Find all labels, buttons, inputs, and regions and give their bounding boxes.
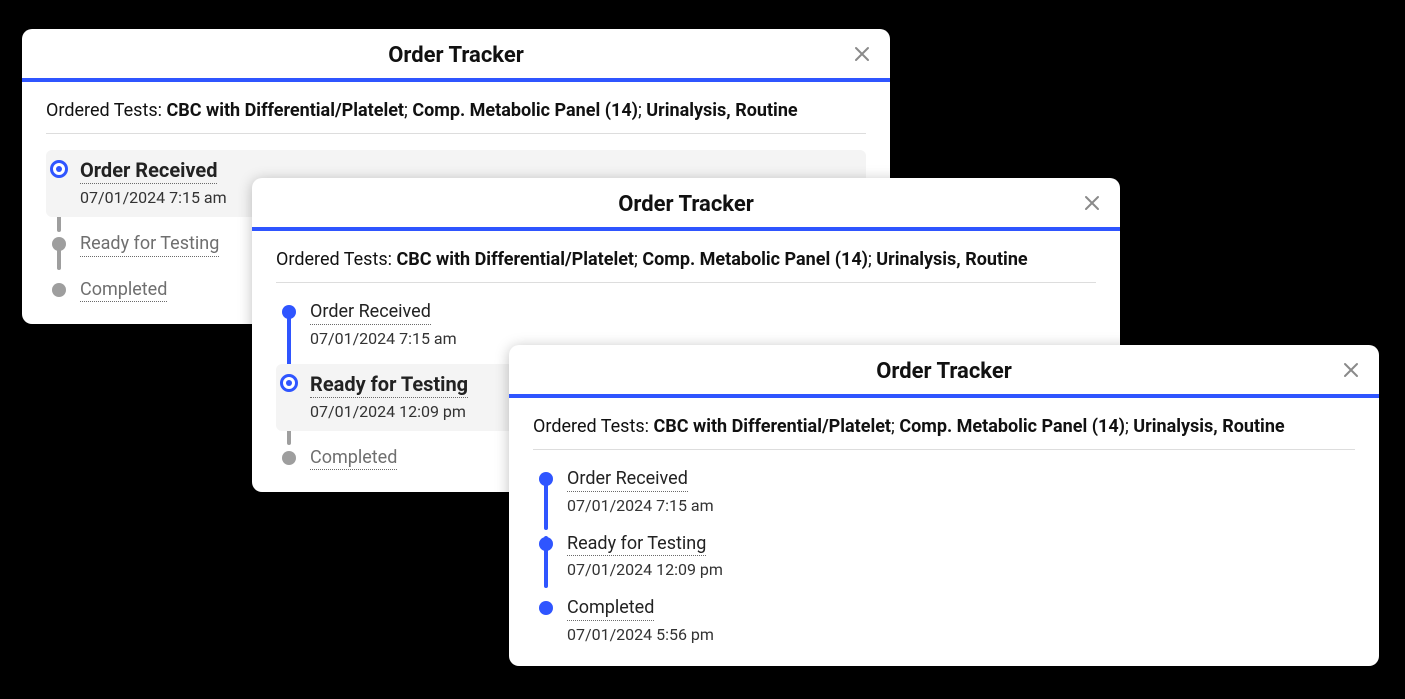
timeline-step-completed[interactable]: Completed 07/01/2024 5:56 pm [533,595,1355,646]
close-icon[interactable] [1078,189,1106,217]
test-name: Urinalysis, Routine [876,249,1027,270]
timeline-step-label: Order Received [310,301,431,325]
timeline-marker-current-icon [50,160,68,178]
timeline-step-content: Ready for Testing 07/01/2024 12:09 pm [567,533,723,580]
close-icon[interactable] [848,40,876,68]
timeline-step-content: Order Received 07/01/2024 7:15 am [80,158,227,207]
timeline-step-content: Completed [80,279,167,303]
timeline-step-content: Ready for Testing 07/01/2024 12:09 pm [310,372,468,421]
card-title: Order Tracker [388,43,524,68]
ordered-tests-label: Ordered Tests: [533,416,653,437]
timeline-step-order-received[interactable]: Order Received 07/01/2024 7:15 am [533,466,1355,517]
timeline-step-content: Order Received 07/01/2024 7:15 am [310,301,457,348]
timeline-step-content: Order Received 07/01/2024 7:15 am [567,468,714,515]
timeline-step-label: Ready for Testing [567,533,706,557]
test-name: Comp. Metabolic Panel (14) [899,416,1125,437]
timeline-marker-done-icon [539,472,553,486]
timeline-step-timestamp: 07/01/2024 7:15 am [567,496,714,515]
close-icon[interactable] [1337,356,1365,384]
timeline-step-label: Completed [80,279,167,303]
timeline-marker-done-icon [282,305,296,319]
timeline-marker-future-icon [52,237,66,251]
test-name: Comp. Metabolic Panel (14) [412,100,638,121]
timeline: Order Received 07/01/2024 7:15 am Ready … [533,466,1355,646]
card-header: Order Tracker [509,345,1379,394]
ordered-tests-label: Ordered Tests: [276,249,396,270]
timeline-step-order-received[interactable]: Order Received 07/01/2024 7:15 am [276,299,1096,350]
card-header: Order Tracker [252,178,1120,227]
timeline-step-timestamp: 07/01/2024 5:56 pm [567,625,714,644]
test-name: Urinalysis, Routine [646,100,797,121]
timeline-step-content: Ready for Testing [80,233,219,257]
timeline-step-label: Order Received [80,158,217,184]
test-name: CBC with Differential/Platelet [396,249,634,270]
card-title: Order Tracker [876,359,1012,384]
timeline-marker-done-icon [539,601,553,615]
timeline-step-timestamp: 07/01/2024 12:09 pm [567,560,723,579]
timeline-marker-current-icon [280,374,298,392]
timeline-step-ready-for-testing[interactable]: Ready for Testing 07/01/2024 12:09 pm [533,531,1355,582]
timeline-step-label: Ready for Testing [80,233,219,257]
timeline-step-label: Ready for Testing [310,372,468,398]
timeline-step-label: Completed [567,597,654,621]
timeline-step-timestamp: 07/01/2024 7:15 am [310,329,457,348]
ordered-tests-values: CBC with Differential/Platelet; Comp. Me… [653,416,1284,437]
ordered-tests-line: Ordered Tests: CBC with Differential/Pla… [46,100,866,134]
order-tracker-card: Order Tracker Ordered Tests: CBC with Di… [509,345,1379,666]
ordered-tests-values: CBC with Differential/Platelet; Comp. Me… [396,249,1027,270]
timeline-step-label: Order Received [567,468,688,492]
test-name: Urinalysis, Routine [1133,416,1284,437]
timeline-step-label: Completed [310,447,397,471]
test-name: CBC with Differential/Platelet [653,416,891,437]
timeline-step-timestamp: 07/01/2024 12:09 pm [310,402,468,421]
timeline-step-timestamp: 07/01/2024 7:15 am [80,188,227,207]
timeline-marker-future-icon [52,283,66,297]
test-name: CBC with Differential/Platelet [166,100,404,121]
ordered-tests-line: Ordered Tests: CBC with Differential/Pla… [276,249,1096,283]
ordered-tests-label: Ordered Tests: [46,100,166,121]
ordered-tests-values: CBC with Differential/Platelet; Comp. Me… [166,100,797,121]
ordered-tests-line: Ordered Tests: CBC with Differential/Pla… [533,416,1355,450]
timeline-step-content: Completed 07/01/2024 5:56 pm [567,597,714,644]
card-body: Ordered Tests: CBC with Differential/Pla… [509,398,1379,666]
test-name: Comp. Metabolic Panel (14) [642,249,868,270]
timeline-marker-future-icon [282,451,296,465]
card-title: Order Tracker [618,192,754,217]
timeline-marker-done-icon [539,537,553,551]
card-header: Order Tracker [22,29,890,78]
timeline-step-content: Completed [310,447,397,471]
